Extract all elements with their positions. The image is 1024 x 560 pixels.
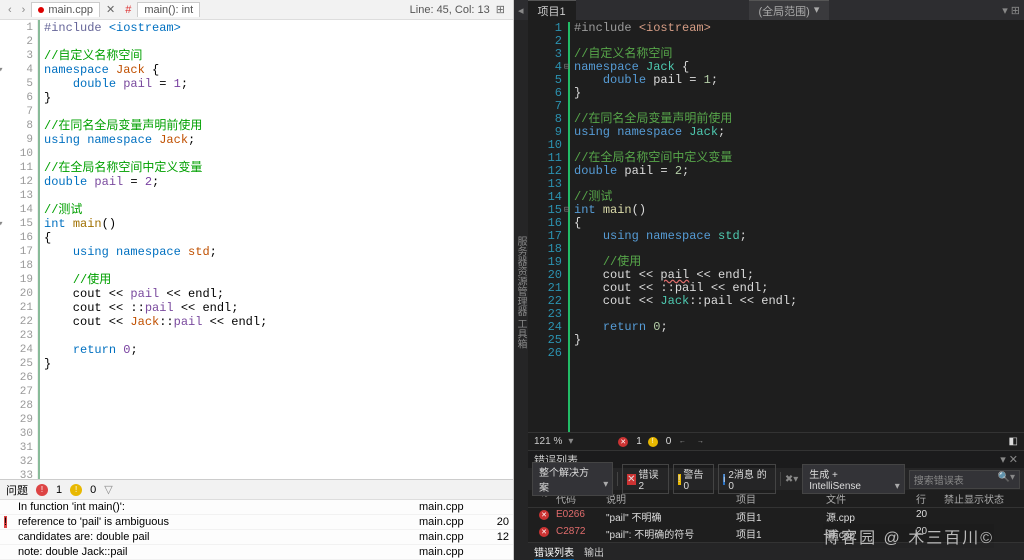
status-error-icon[interactable]: ✕ bbox=[618, 437, 628, 447]
left-code-lines[interactable]: #include <iostream> //自定义名称空间 namespace … bbox=[38, 20, 513, 479]
right-side-toolbox[interactable]: 服务器资源管理器 工具箱 bbox=[514, 20, 528, 560]
messages-filter-label: 2消息 的 0 bbox=[728, 466, 771, 492]
error-code: E0266 bbox=[556, 509, 606, 524]
problem-row[interactable]: note: double Jack::pailmain.cpp bbox=[0, 545, 513, 560]
fold-icon[interactable]: ⊟ bbox=[564, 61, 569, 74]
errors-filter-label: 错误 2 bbox=[639, 466, 664, 492]
problem-file: main.cpp bbox=[419, 516, 479, 528]
problem-file: main.cpp bbox=[419, 501, 479, 513]
nav-prev-icon[interactable]: ‹ bbox=[4, 4, 16, 16]
fold-icon[interactable]: ⊟ bbox=[564, 204, 569, 217]
error-line: 20 bbox=[916, 509, 944, 524]
status-error-count: 1 bbox=[636, 436, 642, 447]
zoom-level[interactable]: 121 % bbox=[534, 436, 562, 447]
watermark: 博客园 @ 木三百川© bbox=[823, 524, 994, 548]
col-state[interactable]: 禁止显示状态 bbox=[944, 491, 1004, 506]
problem-row[interactable]: In function 'int main()':main.cpp bbox=[0, 500, 513, 515]
chevron-left-icon[interactable]: ◂ bbox=[518, 4, 524, 17]
right-gutter: 12345 678910 1112131415 1617181920 21222… bbox=[528, 22, 568, 432]
status-prev-icon[interactable]: ← bbox=[677, 437, 687, 447]
left-editor-pane: ‹ › main.cpp ✕ # main(): int Line: 45, C… bbox=[0, 0, 514, 560]
expand-icon[interactable]: ⊞ bbox=[492, 3, 509, 16]
error-count-icon[interactable]: ! bbox=[36, 484, 48, 496]
solution-filter-dropdown[interactable]: 整个解决方案 bbox=[532, 462, 613, 496]
left-code-area[interactable]: 123 ▾4 5678 9101112 1314 ▾15 16171819 20… bbox=[0, 20, 513, 479]
error-icon: ! bbox=[4, 516, 7, 528]
error-proj: 项目1 bbox=[736, 509, 826, 524]
error-table-row[interactable]: ✕ E0266 "pail" 不明确 项目1 源.cpp 20 bbox=[528, 508, 1024, 525]
status-summary-icon[interactable]: ◧ bbox=[1009, 436, 1018, 447]
hash-icon: # bbox=[121, 4, 135, 16]
col-line[interactable]: 行 bbox=[916, 491, 944, 506]
error-code: C2872 bbox=[556, 526, 606, 541]
status-next-icon[interactable]: → bbox=[695, 437, 705, 447]
right-tab-bar: ◂ 项目1 (全局范围)▾ ▾ ⊞ bbox=[514, 0, 1024, 20]
col-desc[interactable]: 说明 bbox=[606, 491, 736, 506]
scope-label: (全局范围) bbox=[759, 3, 810, 19]
chevron-down-icon[interactable]: ▾ bbox=[568, 436, 573, 447]
tab-output[interactable]: 输出 bbox=[584, 544, 604, 559]
error-icon: ✕ bbox=[539, 527, 549, 537]
error-icon: ✕ bbox=[627, 474, 635, 485]
left-gutter: 123 ▾4 5678 9101112 1314 ▾15 16171819 20… bbox=[0, 20, 38, 479]
problem-text: In function 'int main()': bbox=[18, 501, 419, 513]
cursor-position: Line: 45, Col: 13 bbox=[410, 4, 490, 16]
problem-line bbox=[479, 546, 509, 558]
warning-count-icon[interactable]: ! bbox=[70, 484, 82, 496]
status-warning-icon[interactable]: ! bbox=[648, 437, 658, 447]
project-dropdown[interactable]: 项目1 bbox=[528, 0, 576, 21]
left-toolbar: ‹ › main.cpp ✕ # main(): int Line: 45, C… bbox=[0, 0, 513, 20]
problem-text: note: double Jack::pail bbox=[18, 546, 419, 558]
clear-filter-icon[interactable]: ✖▾ bbox=[785, 474, 798, 485]
problem-line bbox=[479, 501, 509, 513]
right-code-area[interactable]: 12345 678910 1112131415 1617181920 21222… bbox=[528, 20, 1024, 432]
error-proj: 项目1 bbox=[736, 526, 826, 541]
build-filter-dropdown[interactable]: 生成 + IntelliSense bbox=[802, 464, 905, 494]
error-list-toolbar: 整个解决方案 ✕错误 2 !警告 0 i2消息 的 0 ✖▾ 生成 + Inte… bbox=[528, 468, 1024, 490]
tab-main-fn[interactable]: main(): int bbox=[137, 2, 200, 17]
chevron-down-icon: ▾ bbox=[814, 3, 820, 19]
error-count: 1 bbox=[56, 484, 62, 496]
problem-text: reference to 'pail' is ambiguous bbox=[18, 516, 419, 528]
error-desc: "pail" 不明确 bbox=[606, 509, 736, 524]
search-placeholder: 搜索错误表 bbox=[914, 472, 964, 487]
problem-row[interactable]: ! reference to 'pail' is ambiguousmain.cp… bbox=[0, 515, 513, 530]
error-icon: ✕ bbox=[539, 510, 549, 520]
warning-count: 0 bbox=[90, 484, 96, 496]
tab-main-cpp-label: main.cpp bbox=[48, 4, 93, 16]
info-icon: i bbox=[723, 474, 725, 485]
record-dot-icon bbox=[38, 7, 44, 13]
problem-file: main.cpp bbox=[419, 546, 479, 558]
status-warning-count: 0 bbox=[666, 436, 672, 447]
search-icon: 🔍▾ bbox=[998, 472, 1015, 487]
problems-panel-header: 问题 ! 1 ! 0 ▽ bbox=[0, 479, 513, 499]
problem-file: main.cpp bbox=[419, 531, 479, 543]
tab-main-fn-label: main(): int bbox=[144, 4, 193, 16]
warnings-filter-label: 警告 0 bbox=[684, 466, 710, 492]
filter-icon[interactable]: ▽ bbox=[104, 483, 112, 496]
problem-text: candidates are: double pail bbox=[18, 531, 419, 543]
problem-row[interactable]: candidates are: double pailmain.cpp12 bbox=[0, 530, 513, 545]
error-file: 源.cpp bbox=[826, 509, 916, 524]
right-status-bar: 121 % ▾ ✕ 1 ! 0 ← → ◧ bbox=[528, 432, 1024, 450]
problems-title[interactable]: 问题 bbox=[6, 482, 28, 498]
dropdown-icon[interactable]: ▾ ✕ bbox=[1000, 453, 1018, 466]
scope-dropdown[interactable]: (全局范围)▾ bbox=[749, 0, 830, 21]
problem-line: 20 bbox=[479, 516, 509, 528]
problem-line: 12 bbox=[479, 531, 509, 543]
split-icon[interactable]: ▾ ⊞ bbox=[1002, 4, 1020, 17]
warning-icon: ! bbox=[678, 474, 681, 485]
error-desc: "pail": 不明确的符号 bbox=[606, 526, 736, 541]
close-tab-icon[interactable]: ✕ bbox=[102, 3, 119, 16]
fold-icon[interactable]: ▾ bbox=[0, 217, 3, 231]
fold-icon[interactable]: ▾ bbox=[0, 63, 3, 77]
right-editor-pane: ◂ 项目1 (全局范围)▾ ▾ ⊞ 服务器资源管理器 工具箱 12345 678… bbox=[514, 0, 1024, 560]
right-code-lines[interactable]: #include <iostream> //自定义名称空间 ⊟namespace… bbox=[568, 22, 1024, 432]
tab-error-list[interactable]: 错误列表 bbox=[534, 544, 574, 560]
nav-next-icon[interactable]: › bbox=[18, 4, 30, 16]
search-errors-input[interactable]: 搜索错误表 🔍▾ bbox=[909, 470, 1020, 489]
problems-list: In function 'int main()':main.cpp !refer… bbox=[0, 499, 513, 560]
tab-main-cpp[interactable]: main.cpp bbox=[31, 2, 100, 17]
